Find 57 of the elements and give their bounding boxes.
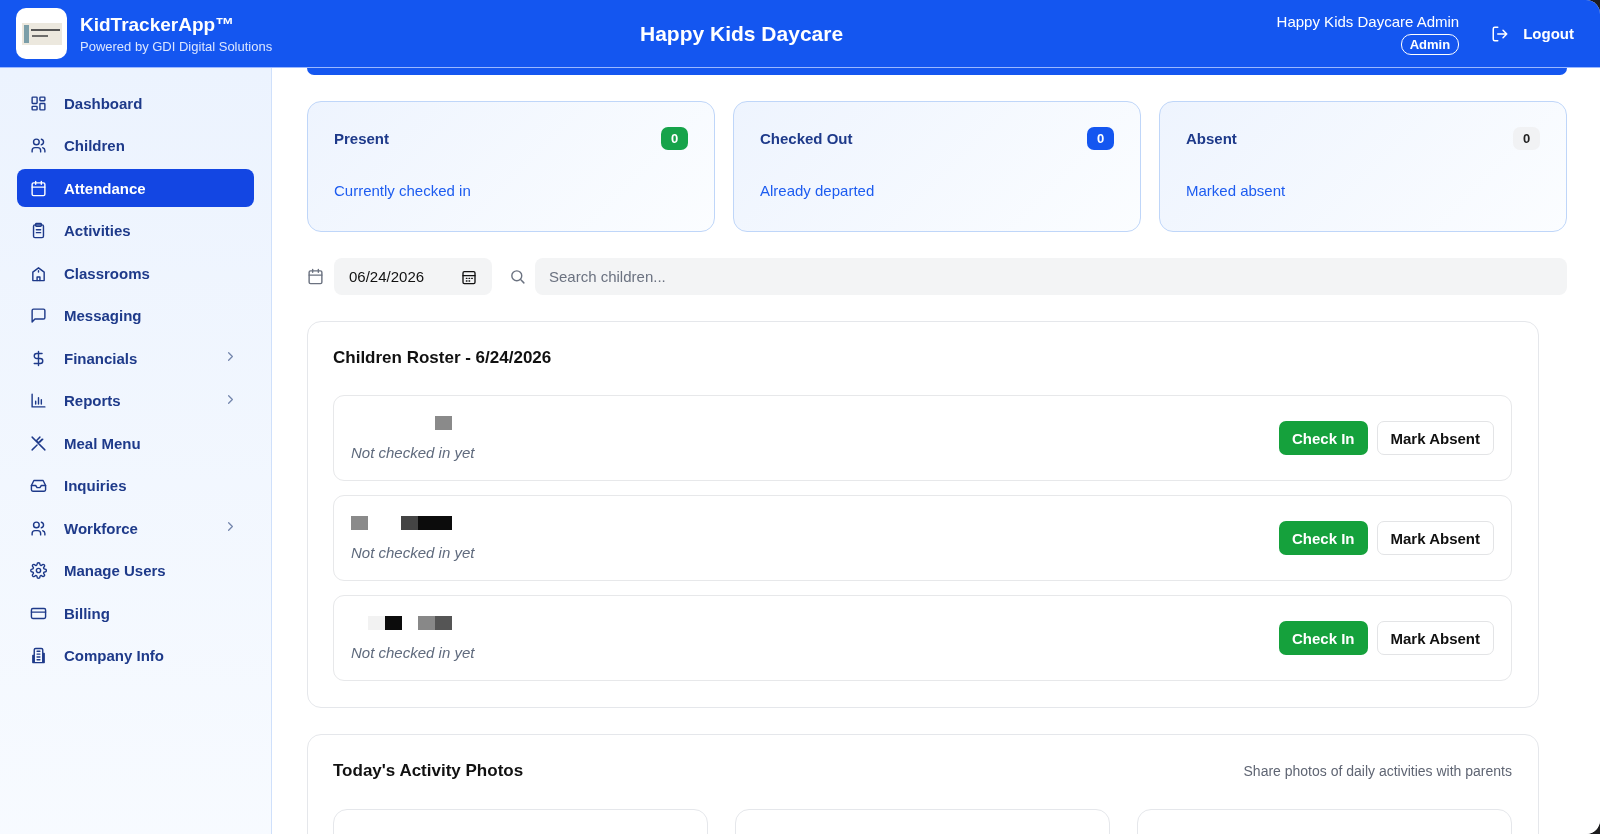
sidebar-item[interactable]: Meal Menu	[17, 424, 254, 462]
sidebar-item[interactable]: Financials	[17, 339, 254, 377]
count-badge: 0	[1087, 127, 1114, 150]
sidebar-item[interactable]: Children	[17, 126, 254, 165]
stat-caption: Marked absent	[1186, 182, 1286, 199]
mark-absent-button[interactable]: Mark Absent	[1376, 521, 1494, 555]
stat-title: Absent	[1186, 130, 1237, 147]
sidebar-item[interactable]: Classrooms	[17, 254, 254, 292]
stat-title: Checked Out	[760, 130, 853, 147]
photos-subtitle: Share photos of daily activities with parents	[1243, 763, 1512, 779]
sidebar-item[interactable]: Dashboard	[17, 84, 254, 122]
user-name: Happy Kids Daycare Admin	[1276, 12, 1460, 30]
logout-button[interactable]: Logout	[1491, 24, 1574, 43]
stat-caption: Already departed	[760, 182, 875, 199]
inbox-icon	[30, 477, 47, 494]
status-text: Not checked in yet	[351, 443, 475, 461]
sidebar-item[interactable]: Billing	[17, 594, 254, 632]
settings-icon	[30, 562, 47, 579]
mark-absent-button[interactable]: Mark Absent	[1376, 621, 1494, 655]
app-name: KidTrackerApp™	[80, 13, 236, 36]
stat-caption: Currently checked in	[334, 182, 471, 199]
sidebar-item[interactable]: Manage Users	[17, 551, 254, 590]
role-badge: Admin	[1400, 33, 1460, 55]
clipboard-icon	[30, 222, 47, 239]
sidebar-item[interactable]: Activities	[17, 211, 254, 250]
building-icon	[30, 647, 47, 664]
app-logo	[16, 8, 67, 59]
school-icon	[30, 264, 47, 282]
users-icon	[30, 519, 47, 537]
search-field[interactable]: Search children...	[535, 258, 1567, 295]
utensils-icon	[30, 434, 47, 452]
calendar-icon	[307, 268, 324, 285]
search-icon	[509, 268, 526, 285]
tagline: Powered by GDI Digital Solutions	[80, 38, 274, 54]
photos-title: Today's Activity Photos	[333, 761, 524, 781]
sidebar-item[interactable]: Messaging	[17, 296, 254, 335]
calendar-icon	[461, 268, 477, 285]
count-badge: 0	[1513, 127, 1540, 150]
sidebar-item[interactable]: Inquiries	[17, 466, 254, 505]
sidebar-item[interactable]: Company Info	[17, 636, 254, 675]
people-icon	[30, 137, 47, 154]
chat-icon	[30, 307, 47, 324]
sidebar-item[interactable]: Reports	[17, 381, 254, 420]
dashboard-icon	[30, 94, 47, 112]
logout-icon	[1491, 24, 1510, 43]
bar-chart-icon	[30, 392, 47, 409]
count-badge: 0	[661, 127, 688, 150]
sidebar-item[interactable]: Workforce	[17, 509, 254, 547]
status-text: Not checked in yet	[351, 543, 475, 561]
page-title: Happy Kids Daycare	[640, 21, 844, 45]
sidebar-item[interactable]: Attendance	[17, 169, 254, 207]
stat-title: Present	[334, 130, 390, 147]
roster-title: Children Roster - 6/24/2026	[333, 348, 552, 367]
mark-absent-button[interactable]: Mark Absent	[1376, 421, 1494, 455]
status-text: Not checked in yet	[351, 643, 475, 661]
date-field[interactable]: 06/24/2026	[334, 258, 492, 295]
calendar-icon	[30, 179, 47, 197]
